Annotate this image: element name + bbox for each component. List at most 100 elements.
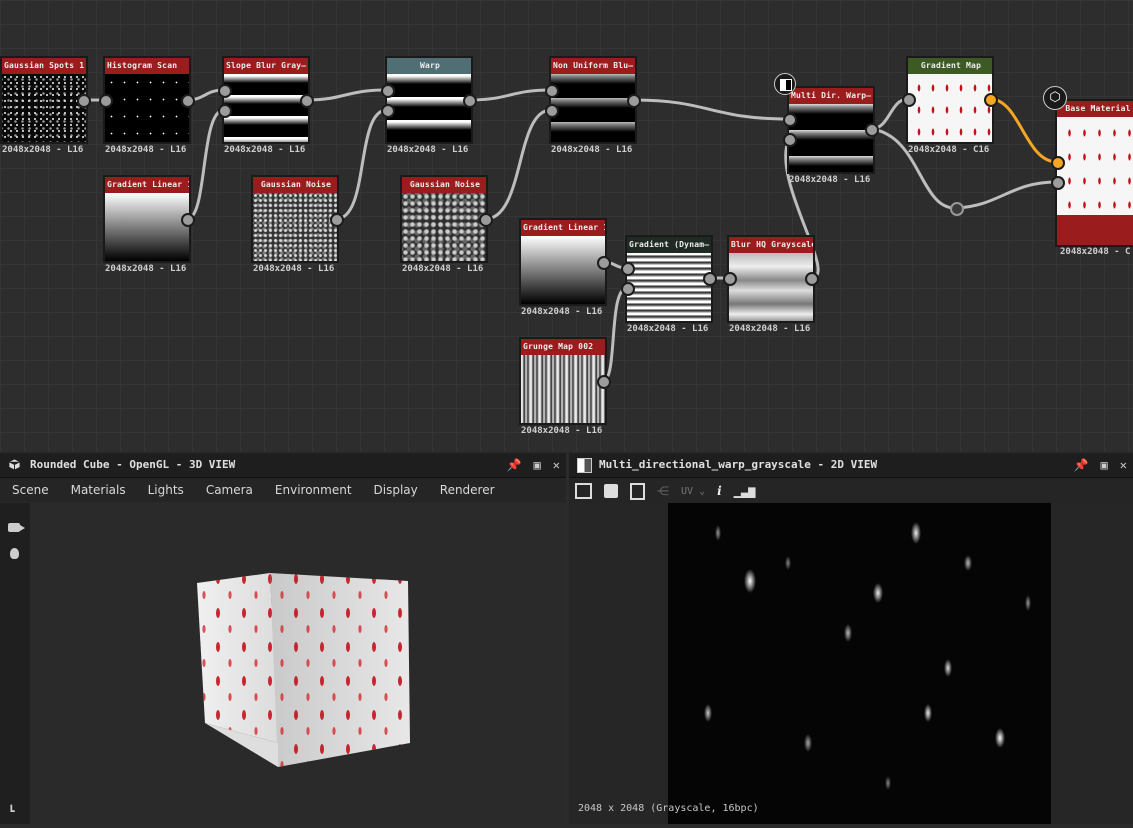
node-histogram-scan[interactable]: Histogram Scan	[103, 56, 191, 144]
maximize-icon[interactable]: ▣	[1101, 453, 1108, 477]
node-caption: 2048x2048 - L16	[402, 264, 484, 274]
menu-environment[interactable]: Environment	[263, 483, 362, 497]
node-thumbnail	[551, 74, 635, 142]
input-port[interactable]	[783, 113, 797, 127]
close-icon[interactable]: ✕	[1120, 453, 1127, 477]
node-caption: 2048x2048 - C	[1060, 247, 1131, 257]
input-port[interactable]	[545, 84, 559, 98]
wire	[185, 108, 226, 221]
info-icon[interactable]: i	[717, 484, 722, 498]
pin-icon[interactable]: 📌	[1074, 453, 1089, 477]
node-title: Non Uniform Blu—	[551, 58, 635, 74]
input-port[interactable]	[902, 93, 916, 107]
output-port[interactable]	[865, 123, 879, 137]
uv-label: UV	[681, 485, 694, 497]
2d-view-title: Multi_directional_warp_grayscale - 2D VI…	[599, 458, 878, 471]
node-title: Gaussian Noise	[402, 177, 486, 193]
input-port[interactable]	[381, 104, 395, 118]
node-non-uniform-blur[interactable]: Non Uniform Blu—	[549, 56, 637, 144]
node-title: Grunge Map 002	[521, 339, 605, 355]
2d-view-panel[interactable]: Multi_directional_warp_grayscale - 2D VI…	[569, 453, 1133, 824]
output-port[interactable]	[77, 94, 91, 108]
node-gradient-linear-b[interactable]: Gradient Linear 1	[519, 218, 607, 306]
input-port[interactable]	[218, 104, 232, 118]
output-port[interactable]	[597, 375, 611, 389]
node-warp[interactable]: Warp	[385, 56, 473, 144]
menu-display[interactable]: Display	[362, 483, 428, 497]
node-gradient-dynamic[interactable]: Gradient (Dynam—	[625, 235, 713, 323]
maximize-icon[interactable]: ▣	[534, 453, 541, 477]
fit-view-icon[interactable]	[575, 483, 592, 499]
node-thumbnail	[908, 74, 992, 142]
node-base-material[interactable]: Base Material	[1055, 99, 1133, 247]
node-gaussian-spots[interactable]: Gaussian Spots 1	[0, 56, 88, 144]
light-bulb-icon[interactable]	[10, 548, 19, 559]
output-port[interactable]	[627, 94, 641, 108]
output-port[interactable]	[181, 94, 195, 108]
share-icon[interactable]: ⋲	[657, 484, 669, 498]
input-port[interactable]	[621, 282, 635, 296]
2d-view-marker-icon[interactable]	[774, 73, 796, 95]
output-port[interactable]	[330, 213, 344, 227]
node-caption: 2048x2048 - L16	[224, 145, 306, 155]
input-port[interactable]	[218, 84, 232, 98]
wire	[631, 98, 791, 121]
output-port-active[interactable]	[984, 93, 998, 107]
node-multi-dir-warp[interactable]: Multi Dir. Warp—	[787, 86, 875, 174]
outliner-icon[interactable]: ┗	[8, 805, 15, 818]
3d-viewport[interactable]	[30, 503, 566, 824]
camera-icon[interactable]	[8, 523, 20, 532]
output-port[interactable]	[463, 94, 477, 108]
node-blur-hq[interactable]: Blur HQ Grayscale	[727, 235, 815, 323]
wire-reroute-dot[interactable]	[950, 202, 964, 216]
node-gradient-linear-a[interactable]: Gradient Linear 1	[103, 175, 191, 263]
node-gradient-map[interactable]: Gradient Map	[906, 56, 994, 144]
node-thumbnail	[1057, 117, 1133, 215]
copy-icon[interactable]	[630, 482, 645, 500]
histogram-icon[interactable]: ▁▃▆	[734, 484, 756, 498]
2d-view-toolbar: ⋲ UV ⌄ i ▁▃▆	[569, 478, 1133, 504]
node-caption: 2048x2048 - L16	[105, 264, 187, 274]
node-thumbnail	[105, 193, 189, 261]
node-title: Slope Blur Gray—	[224, 58, 308, 74]
input-port-active[interactable]	[1051, 156, 1065, 170]
input-port[interactable]	[545, 104, 559, 118]
3d-view-panel[interactable]: Rounded Cube - OpenGL - 3D VIEW 📌 ▣ ✕ Sc…	[0, 453, 566, 824]
output-port[interactable]	[703, 272, 717, 286]
output-port[interactable]	[181, 213, 195, 227]
3d-view-marker-icon[interactable]: ⬡	[1043, 86, 1067, 110]
pin-icon[interactable]: 📌	[507, 453, 522, 477]
node-graph[interactable]: Gaussian Spots 1 2048x2048 - L16 Histogr…	[0, 0, 1133, 451]
node-caption: 2048x2048 - L16	[729, 324, 811, 334]
input-port[interactable]	[783, 133, 797, 147]
2d-viewport[interactable]: 2048 x 2048 (Grayscale, 16bpc)	[569, 503, 1133, 824]
input-port[interactable]	[99, 94, 113, 108]
input-port[interactable]	[1051, 176, 1065, 190]
output-port[interactable]	[805, 272, 819, 286]
save-icon[interactable]	[604, 484, 618, 498]
node-thumbnail	[105, 74, 189, 142]
output-port[interactable]	[300, 94, 314, 108]
node-caption: 2048x2048 - L16	[253, 264, 335, 274]
uv-dropdown[interactable]: UV ⌄	[681, 486, 705, 497]
input-port[interactable]	[381, 84, 395, 98]
menu-scene[interactable]: Scene	[0, 483, 59, 497]
input-port[interactable]	[621, 262, 635, 276]
node-slope-blur[interactable]: Slope Blur Gray—	[222, 56, 310, 144]
node-caption: 2048x2048 - L16	[521, 426, 603, 436]
menu-renderer[interactable]: Renderer	[428, 483, 505, 497]
menu-lights[interactable]: Lights	[136, 483, 194, 497]
node-thumbnail	[224, 74, 308, 142]
menu-materials[interactable]: Materials	[59, 483, 136, 497]
close-icon[interactable]: ✕	[553, 453, 560, 477]
input-port[interactable]	[723, 272, 737, 286]
menu-camera[interactable]: Camera	[194, 483, 263, 497]
node-title: Gaussian Spots 1	[2, 58, 86, 74]
output-port[interactable]	[597, 256, 611, 270]
node-thumbnail	[729, 253, 813, 321]
node-grunge-map[interactable]: Grunge Map 002	[519, 337, 607, 425]
node-thumbnail	[2, 74, 86, 142]
node-gaussian-noise-a[interactable]: Gaussian Noise	[251, 175, 339, 263]
node-gaussian-noise-b[interactable]: Gaussian Noise	[400, 175, 488, 263]
output-port[interactable]	[479, 213, 493, 227]
